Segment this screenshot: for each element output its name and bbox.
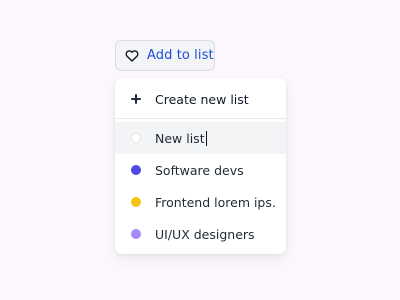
new-list-input[interactable]: New list <box>155 130 207 146</box>
add-to-list-label: Add to list <box>147 48 214 63</box>
new-list-input-row[interactable]: New list <box>115 122 286 154</box>
add-to-list-button[interactable]: Add to list <box>115 40 215 71</box>
list-item-software-devs[interactable]: Software devs <box>115 154 286 186</box>
plus-icon <box>131 94 141 104</box>
list-color-dot <box>131 165 141 175</box>
heart-icon <box>125 49 139 63</box>
create-new-list-label: Create new list <box>155 91 249 107</box>
menu-divider <box>115 118 286 119</box>
empty-color-dot <box>131 133 141 143</box>
list-color-dot <box>131 197 141 207</box>
list-color-dot <box>131 229 141 239</box>
text-cursor <box>205 130 207 146</box>
list-dropdown-menu: Create new list New list Software devs F… <box>115 78 286 254</box>
list-item-frontend[interactable]: Frontend lorem ips… <box>115 186 286 218</box>
list-item-ui-ux-designers[interactable]: UI/UX designers <box>115 218 286 250</box>
list-item-label: Frontend lorem ips… <box>155 194 275 210</box>
create-new-list-item[interactable]: Create new list <box>115 83 286 115</box>
list-item-label: Software devs <box>155 162 244 178</box>
list-item-label: UI/UX designers <box>155 226 255 242</box>
